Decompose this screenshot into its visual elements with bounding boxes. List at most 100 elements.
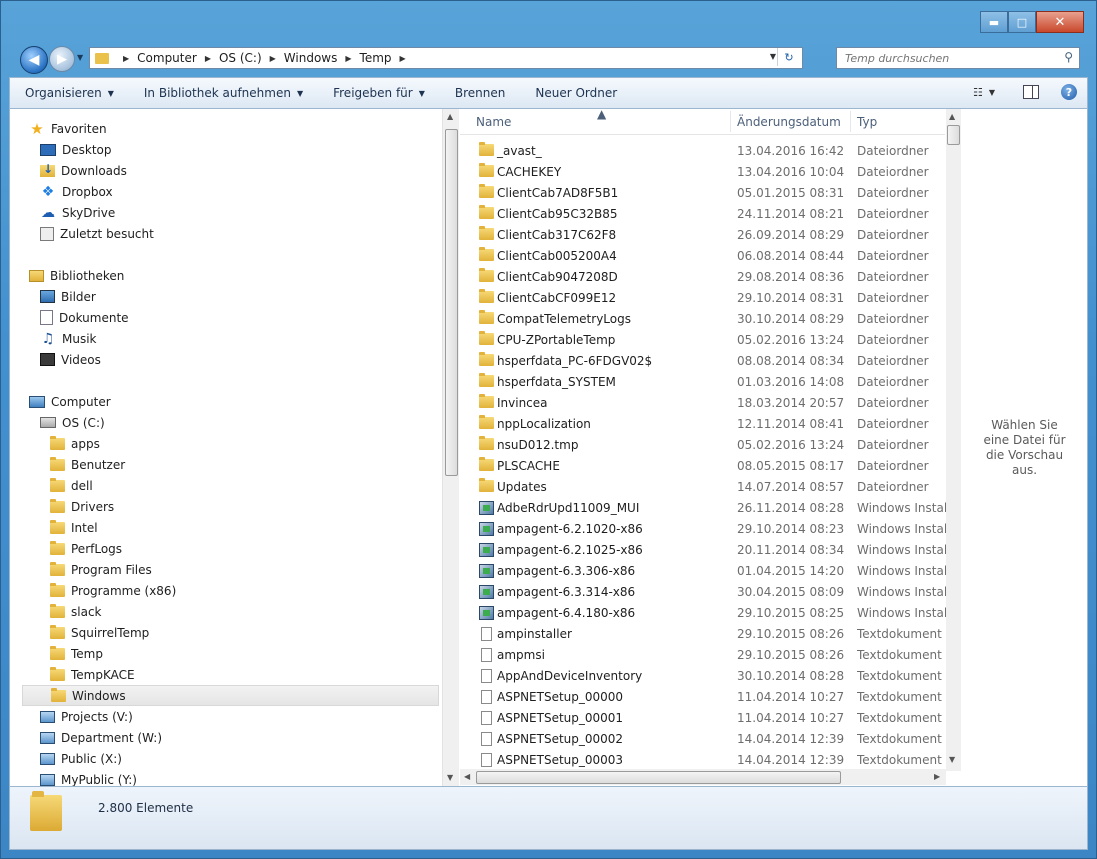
nav-desktop[interactable]: Desktop [40,139,112,160]
nav-folder[interactable]: Intel [50,517,98,538]
nav-folder[interactable]: apps [50,433,100,454]
nav-folder[interactable]: Program Files [50,559,152,580]
address-bar[interactable]: ▶ Computer ▶ OS (C:) ▶ Windows ▶ Temp ▶ ▼ ↻ [89,47,803,69]
file-row[interactable]: Updates 14.07.2014 08:57 Dateiordner [460,476,945,497]
chevron-down-icon[interactable]: ▼ [989,88,995,97]
back-button[interactable]: ◀ [20,46,48,74]
minimize-button[interactable]: ▬ [980,11,1008,33]
scroll-left-icon[interactable]: ◀ [464,772,470,781]
nav-drive[interactable]: MyPublic (Y:) [40,769,137,786]
nav-folder[interactable]: Benutzer [50,454,125,475]
nav-folder[interactable]: Temp [50,643,103,664]
scroll-down-icon[interactable]: ▼ [949,755,955,764]
chevron-right-icon[interactable]: ▶ [400,54,406,63]
file-row[interactable]: ClientCab95C32B85 24.11.2014 08:21 Dateior… [460,203,945,224]
nav-folder[interactable]: TempKACE [50,664,135,685]
file-row[interactable]: CACHEKEY 13.04.2016 10:04 Dateiordner [460,161,945,182]
column-header-name[interactable]: Name [476,115,511,129]
file-row[interactable]: ClientCab005200A4 06.08.2014 08:44 Dateior… [460,245,945,266]
file-row[interactable]: CompatTelemetryLogs 30.10.2014 08:29 Datei… [460,308,945,329]
file-row[interactable]: ClientCab9047208D 29.08.2014 08:36 Dateior… [460,266,945,287]
nav-folder[interactable]: Drivers [50,496,114,517]
nav-folder[interactable]: dell [50,475,93,496]
file-row[interactable]: ampagent-6.2.1025-x86 20.11.2014 08:34 Win… [460,539,949,560]
organize-menu[interactable]: Organisieren ▼ [10,86,129,100]
nav-folder[interactable]: slack [50,601,102,622]
nav-libraries[interactable]: Bibliotheken [29,265,124,286]
file-row[interactable]: ClientCab317C62F8 26.09.2014 08:29 Dateior… [460,224,945,245]
nav-videos[interactable]: Videos [40,349,101,370]
file-row[interactable]: AdbeRdrUpd11009_MUI 26.11.2014 08:28 Windo… [460,497,949,518]
file-row[interactable]: ASPNETSetup_00001 11.04.2014 10:27 Textdok… [460,707,945,728]
breadcrumb-windows[interactable]: Windows [284,51,338,65]
burn-button[interactable]: Brennen [440,86,520,100]
share-with-menu[interactable]: Freigeben für ▼ [318,86,440,100]
file-row[interactable]: ampagent-6.4.180-x86 29.10.2015 08:25 Wind… [460,602,949,623]
scroll-right-icon[interactable]: ▶ [934,772,940,781]
include-in-library-menu[interactable]: In Bibliothek aufnehmen ▼ [129,86,318,100]
scroll-up-icon[interactable]: ▲ [447,112,453,121]
file-row[interactable]: CPU-ZPortableTemp 05.02.2016 13:24 Dateior… [460,329,945,350]
column-header-date[interactable]: Änderungsdatum [737,115,841,129]
file-row[interactable]: nppLocalization 12.11.2014 08:41 Dateiordn… [460,413,945,434]
breadcrumb-drive-c[interactable]: OS (C:) [219,51,262,65]
column-divider[interactable] [850,111,851,132]
search-input[interactable] [843,50,1057,66]
file-row[interactable]: ASPNETSetup_00000 11.04.2014 10:27 Textdok… [460,686,945,707]
file-row[interactable]: PLSCACHE 08.05.2015 08:17 Dateiordner [460,455,945,476]
breadcrumb-temp[interactable]: Temp [360,51,392,65]
help-icon[interactable]: ? [1061,84,1077,100]
nav-documents[interactable]: Dokumente [40,307,129,328]
file-row[interactable]: ASPNETSetup_00002 14.04.2014 12:39 Textdok… [460,728,945,749]
nav-folder[interactable]: Programme (x86) [50,580,176,601]
file-row[interactable]: ampagent-6.3.314-x86 30.04.2015 08:09 Wind… [460,581,949,602]
nav-pictures[interactable]: Bilder [40,286,96,307]
maximize-button[interactable]: □ [1008,11,1036,33]
file-list-scrollbar[interactable]: ▲ ▼ [946,109,961,771]
column-header-type[interactable]: Typ [857,115,877,129]
nav-folder[interactable]: PerfLogs [50,538,122,559]
column-divider[interactable] [730,111,731,132]
nav-scrollbar[interactable]: ▲ ▼ [442,109,459,786]
nav-recent-places[interactable]: Zuletzt besucht [40,223,154,244]
chevron-right-icon[interactable]: ▶ [345,54,351,63]
file-row[interactable]: ClientCabCF099E12 29.10.2014 08:31 Dateior… [460,287,945,308]
view-options-icon[interactable]: ☷ [973,86,983,99]
nav-computer[interactable]: Computer [29,391,111,412]
file-row[interactable]: ampinstaller 29.10.2015 08:26 Textdokument [460,623,945,644]
address-dropdown-icon[interactable]: ▼ [770,52,776,61]
nav-downloads[interactable]: Downloads [40,160,127,181]
nav-drive-c[interactable]: OS (C:) [40,412,105,433]
file-row[interactable]: hsperfdata_PC-6FDGV02$ 08.08.2014 08:34 Da… [460,350,945,371]
file-row[interactable]: ampmsi 29.10.2015 08:26 Textdokument [460,644,945,665]
file-row[interactable]: ampagent-6.3.306-x86 01.04.2015 14:20 Wind… [460,560,949,581]
refresh-icon[interactable]: ↻ [777,48,800,66]
file-row[interactable]: ampagent-6.2.1020-x86 29.10.2014 08:23 Win… [460,518,949,539]
file-row[interactable]: ASPNETSetup_00003 14.04.2014 12:39 Textdok… [460,749,945,770]
breadcrumb-computer[interactable]: Computer [137,51,197,65]
file-row[interactable]: hsperfdata_SYSTEM 01.03.2016 14:08 Dateior… [460,371,945,392]
nav-scrollbar-thumb[interactable] [445,129,458,476]
nav-folder[interactable]: SquirrelTemp [50,622,149,643]
nav-skydrive[interactable]: ☁ SkyDrive [40,202,115,223]
nav-drive[interactable]: Public (X:) [40,748,122,769]
file-row[interactable]: ClientCab7AD8F5B1 05.01.2015 08:31 Dateior… [460,182,945,203]
file-list-hscrollbar[interactable]: ◀ ▶ [460,769,946,785]
chevron-right-icon[interactable]: ▶ [205,54,211,63]
nav-dropbox[interactable]: ❖ Dropbox [40,181,113,202]
hscroll-thumb[interactable] [476,771,841,784]
close-button[interactable]: ✕ [1036,11,1084,33]
chevron-right-icon[interactable]: ▶ [270,54,276,63]
scroll-up-icon[interactable]: ▲ [949,112,955,121]
forward-button[interactable]: ▶ [49,46,75,72]
nav-drive[interactable]: Department (W:) [40,727,162,748]
file-row[interactable]: _avast_ 13.04.2016 16:42 Dateiordner [460,140,945,161]
nav-favorites[interactable]: ★ Favoriten [29,118,106,139]
recent-pages-dropdown[interactable]: ▼ [77,53,83,62]
new-folder-button[interactable]: Neuer Ordner [520,86,632,100]
scroll-down-icon[interactable]: ▼ [447,773,453,782]
file-row[interactable]: Invincea 18.03.2014 20:57 Dateiordner [460,392,945,413]
nav-folder-selected[interactable]: Windows [22,685,439,706]
nav-drive[interactable]: Projects (V:) [40,706,133,727]
file-row[interactable]: AppAndDeviceInventory 30.10.2014 08:28 Tex… [460,665,945,686]
